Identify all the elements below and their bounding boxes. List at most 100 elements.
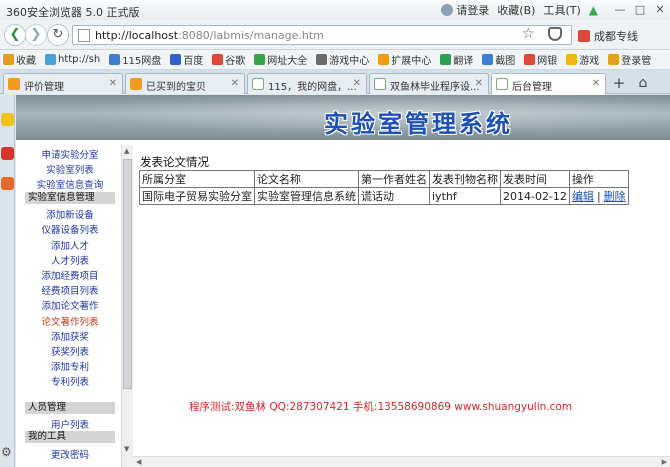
edit-link[interactable]: 编辑 — [572, 190, 594, 203]
bookmark-item[interactable]: 截图 — [482, 52, 515, 67]
tab-item[interactable]: 评价管理 ✕ — [3, 73, 123, 94]
developer-credit: 程序测试:双鱼林 QQ:287307421 手机:13558690869 www… — [189, 401, 573, 413]
close-tab-icon[interactable]: ✕ — [231, 78, 239, 89]
menu-item[interactable]: 用户列表 — [25, 417, 115, 431]
bookmark-label: 翻译 — [453, 56, 474, 67]
back-button[interactable]: ❮ — [4, 24, 26, 46]
tab-item-active[interactable]: 后台管理 ✕ — [491, 73, 606, 95]
maximize-button[interactable]: □ — [630, 3, 650, 17]
scrollbar-thumb[interactable] — [123, 159, 132, 389]
menu-item[interactable]: 实验室信息查询 — [25, 177, 115, 191]
papers-table: 所属分室 论文名称 第一作者姓名 发表刊物名称 发表时间 操作 国际电子贸易实验… — [139, 170, 629, 205]
scroll-left-icon[interactable]: ◀ — [136, 458, 141, 466]
menu-item[interactable]: 论文著作列表 — [25, 314, 115, 328]
scroll-right-icon[interactable]: ▶ — [662, 458, 667, 466]
close-tab-icon[interactable]: ✕ — [592, 78, 600, 89]
bookmark-item[interactable]: 扩展中心 — [378, 52, 431, 67]
address-bar[interactable]: http://localhost:8080/labmis/manage.htm — [72, 25, 572, 45]
tools-menu[interactable]: 工具(T) — [543, 2, 580, 18]
menu-item[interactable]: 仪器设备列表 — [25, 222, 115, 236]
tab-item[interactable]: 已买到的宝贝 ✕ — [125, 73, 245, 94]
refresh-button[interactable]: ↻ — [47, 24, 69, 46]
bookmark-label: 游戏中心 — [329, 56, 370, 67]
scroll-down-icon[interactable]: ▼ — [124, 445, 129, 453]
bookmark-label: http://sh — [58, 54, 101, 65]
menu-item[interactable]: 添加新设备 — [25, 207, 115, 221]
page-icon — [374, 78, 386, 90]
web-page: 实验室管理系统 申请实验分室 实验室列表 实验室信息查询 实验室信息管理 添加新设备 仪器… — [16, 95, 670, 467]
close-tab-icon[interactable]: ✕ — [475, 78, 483, 89]
menu-item[interactable]: 添加论文著作 — [25, 298, 115, 312]
bookmark-item[interactable]: 收藏 — [3, 52, 36, 67]
skin-icon[interactable]: ▲ — [589, 3, 598, 17]
page-horizontal-scrollbar[interactable]: ◀ ▶ — [133, 456, 670, 467]
menu-item[interactable]: 专利列表 — [25, 374, 115, 388]
close-tab-icon[interactable]: ✕ — [353, 78, 361, 89]
menu-item[interactable]: 添加人才 — [25, 238, 115, 252]
bookmark-item[interactable]: 网址大全 — [254, 52, 307, 67]
tab-item[interactable]: 115，我的网盘，... ✕ — [247, 73, 367, 94]
security-shield-icon[interactable] — [548, 27, 562, 41]
bookmark-star-icon[interactable]: ☆ — [522, 26, 535, 42]
close-button[interactable]: ✕ — [650, 3, 670, 17]
login-link[interactable]: 请登录 — [441, 2, 489, 18]
menu-scrollbar[interactable]: ▲ ▼ — [121, 145, 133, 467]
bookmark-icon — [524, 54, 536, 65]
city-label: 成都专线 — [594, 30, 638, 43]
menu-item[interactable]: 更改密码 — [25, 447, 115, 461]
bookmarks-bar: 收藏 http://sh 115网盘 百度 谷歌 网址大全 游戏中心 扩展中心 翻译 截图 网银 游戏… — [0, 50, 670, 70]
menu-item[interactable]: 添加获奖 — [25, 329, 115, 343]
menu-section-header[interactable]: 人员管理 — [25, 401, 115, 414]
menu-section-header[interactable]: 我的工具 — [25, 431, 115, 444]
bookmark-icon — [254, 54, 266, 65]
bookmark-item[interactable]: 游戏 — [566, 52, 599, 67]
minimize-button[interactable]: — — [610, 3, 630, 17]
bookmark-item[interactable]: 网银 — [524, 52, 557, 67]
sidebar-strip — [0, 95, 15, 467]
favorites-star-icon[interactable] — [1, 113, 14, 126]
forward-button[interactable]: ❯ — [25, 24, 47, 46]
menu-item[interactable]: 经费项目列表 — [25, 283, 115, 297]
menu-item[interactable]: 添加经费项目 — [25, 268, 115, 282]
system-title: 实验室管理系统 — [324, 109, 513, 138]
window-titlebar: 360安全浏览器 5.0 正式版 请登录 收藏(B) 工具(T) ▲ — □ ✕ — [0, 0, 670, 20]
header-banner: 实验室管理系统 — [16, 95, 670, 140]
tab-label: 双鱼林毕业程序设... — [390, 82, 480, 93]
bookmark-label: 游戏 — [579, 56, 600, 67]
city-icon — [578, 30, 590, 42]
bookmark-item[interactable]: 翻译 — [440, 52, 473, 67]
menu-item[interactable]: 人才列表 — [25, 253, 115, 267]
menu-item[interactable]: 获奖列表 — [25, 344, 115, 358]
menu-item[interactable]: 添加专利 — [25, 359, 115, 373]
cell-paper: 实验室管理信息系统 — [254, 187, 359, 205]
menu-item[interactable]: 实验室列表 — [25, 162, 115, 176]
bookmark-icon — [608, 54, 620, 65]
menu-section-header[interactable]: 实验室信息管理 — [25, 191, 115, 204]
new-tab-button[interactable]: + — [610, 74, 628, 92]
tab-item[interactable]: 双鱼林毕业程序设... ✕ — [369, 73, 489, 94]
home-button[interactable]: ⌂ — [634, 74, 652, 92]
column-header: 发表刊物名称 — [429, 170, 501, 188]
table-row: 国际电子贸易实验分室 实验室管理信息系统 谎话动 iythf 2014-02-1… — [139, 187, 629, 205]
page-icon — [78, 29, 90, 42]
bookmark-item[interactable]: 115网盘 — [109, 52, 161, 67]
weibo-icon[interactable] — [1, 147, 14, 160]
bookmark-item[interactable]: 百度 — [170, 52, 203, 67]
bookmark-icon — [378, 54, 390, 65]
mail-icon[interactable] — [1, 177, 14, 190]
address-toolbar: ❮ ❯ ↻ http://localhost:8080/labmis/manag… — [0, 20, 670, 50]
scroll-up-icon[interactable]: ▲ — [124, 147, 129, 155]
bookmark-item[interactable]: 游戏中心 — [316, 52, 369, 67]
favorites-menu[interactable]: 收藏(B) — [497, 2, 535, 18]
bookmark-item[interactable]: http://sh — [45, 54, 100, 65]
city-widget[interactable]: 成都专线 — [578, 28, 638, 44]
close-tab-icon[interactable]: ✕ — [109, 78, 117, 89]
table-header-row: 所属分室 论文名称 第一作者姓名 发表刊物名称 发表时间 操作 — [139, 170, 629, 188]
bookmark-item[interactable]: 登录管 — [608, 52, 651, 67]
delete-link[interactable]: 删除 — [604, 190, 626, 203]
tab-label: 后台管理 — [512, 82, 552, 93]
login-label: 请登录 — [456, 4, 490, 17]
menu-item[interactable]: 申请实验分室 — [25, 147, 115, 161]
settings-gear-icon[interactable]: ⚙ — [1, 445, 14, 459]
bookmark-item[interactable]: 谷歌 — [212, 52, 245, 67]
